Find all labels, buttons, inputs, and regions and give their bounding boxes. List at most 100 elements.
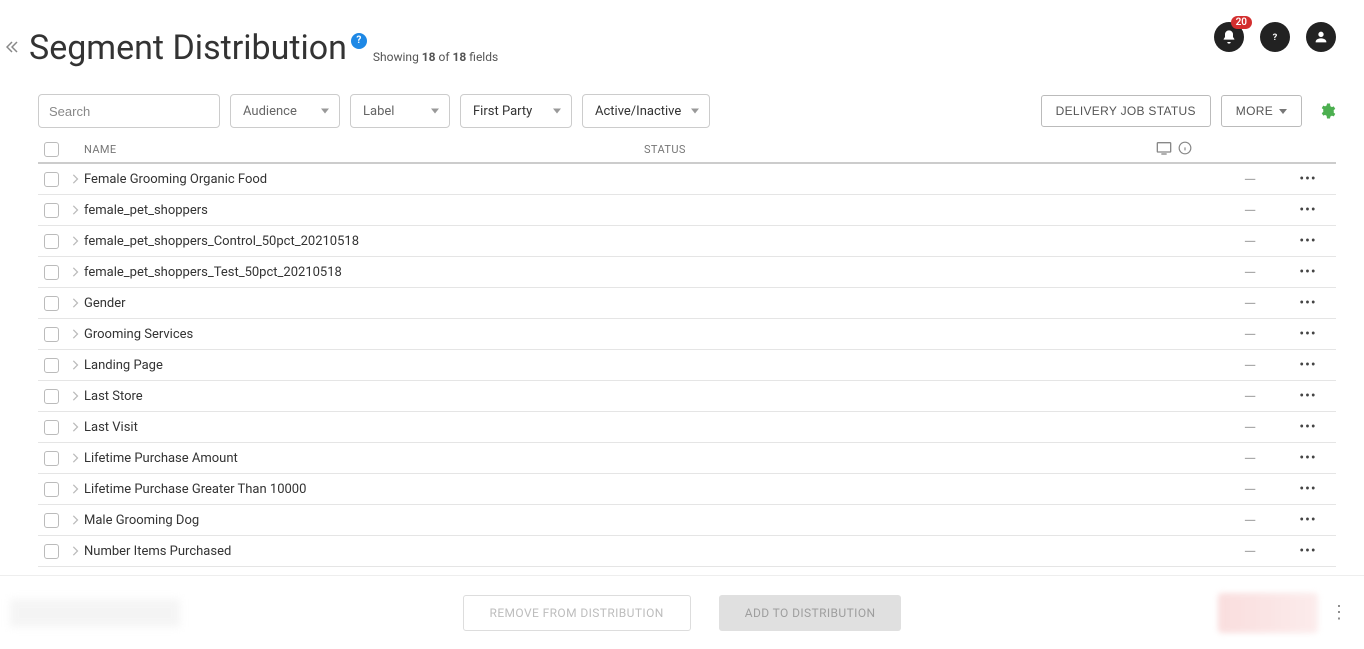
row-actions-icon[interactable]: ••• [1280,264,1336,280]
row-checkbox[interactable] [44,203,59,218]
svg-text:?: ? [1273,32,1278,43]
table-row[interactable]: Male Grooming Dog —••• [38,505,1336,536]
table-row[interactable]: female_pet_shoppers_Test_50pct_20210518 —… [38,257,1336,288]
segment-name: Lifetime Purchase Amount [84,451,652,466]
status-cell: — [1220,356,1280,375]
status-cell: — [1220,201,1280,220]
segment-name: Male Grooming Dog [84,513,652,528]
row-checkbox[interactable] [44,296,59,311]
table-row[interactable]: Lifetime Purchase Greater Than 10000—••• [38,474,1336,505]
title-help-badge[interactable]: ? [351,33,367,49]
expand-row-icon[interactable] [66,546,84,556]
row-checkbox[interactable] [44,451,59,466]
info-column-icon[interactable] [1178,141,1192,158]
expand-row-icon[interactable] [66,174,84,184]
table-header: NAME STATUS [38,136,1336,164]
status-cell: — [1220,170,1280,189]
party-filter[interactable]: First Party [460,94,572,128]
active-filter[interactable]: Active/Inactive [582,94,710,128]
expand-row-icon[interactable] [66,329,84,339]
row-actions-icon[interactable]: ••• [1280,233,1336,249]
row-actions-icon[interactable]: ••• [1280,202,1336,218]
table-row[interactable]: Female Grooming Organic Food —••• [38,164,1336,195]
row-actions-icon[interactable]: ••• [1280,543,1336,559]
table-row[interactable]: Gender —••• [38,288,1336,319]
bottom-action-bar: REMOVE FROM DISTRIBUTION ADD TO DISTRIBU… [0,575,1364,649]
select-all-checkbox[interactable] [44,142,59,157]
row-actions-icon[interactable]: ••• [1280,450,1336,466]
table-row[interactable]: Last Store—••• [38,381,1336,412]
notifications-icon[interactable]: 20 [1214,22,1244,52]
row-checkbox[interactable] [44,265,59,280]
help-icon[interactable]: ? [1260,22,1290,52]
segment-name: Female Grooming Organic Food [84,172,652,187]
showing-fields-text: Showing 18 of 18 fields [373,50,498,64]
status-cell: — [1220,418,1280,437]
expand-row-icon[interactable] [66,515,84,525]
row-checkbox[interactable] [44,513,59,528]
table-row[interactable]: Lifetime Purchase Amount —••• [38,443,1336,474]
expand-row-icon[interactable] [66,298,84,308]
remove-from-distribution-button[interactable]: REMOVE FROM DISTRIBUTION [463,595,691,631]
expand-row-icon[interactable] [66,453,84,463]
row-checkbox[interactable] [44,389,59,404]
column-status-header[interactable]: STATUS [644,143,724,156]
expand-row-icon[interactable] [66,267,84,277]
segment-name: female_pet_shoppers_Test_50pct_20210518 [84,265,652,280]
segment-name: Landing Page [84,358,652,373]
segment-name: Last Visit [84,420,652,435]
table-row[interactable]: Grooming Services—••• [38,319,1336,350]
status-cell: — [1220,511,1280,530]
row-actions-icon[interactable]: ••• [1280,388,1336,404]
notification-count-badge: 20 [1231,16,1252,29]
segment-name: Last Store [84,389,652,404]
status-cell: — [1220,480,1280,499]
profile-icon[interactable] [1306,22,1336,52]
row-actions-icon[interactable]: ••• [1280,357,1336,373]
expand-row-icon[interactable] [66,360,84,370]
label-filter[interactable]: Label [350,94,450,128]
status-cell: — [1220,542,1280,561]
status-cell: — [1220,263,1280,282]
table-row[interactable]: female_pet_shoppers —••• [38,195,1336,226]
row-checkbox[interactable] [44,327,59,342]
row-actions-icon[interactable]: ••• [1280,171,1336,187]
more-button[interactable]: MORE [1221,95,1302,127]
segment-name: female_pet_shoppers [84,203,652,218]
row-checkbox[interactable] [44,234,59,249]
column-name-header[interactable]: NAME [84,143,644,156]
row-actions-icon[interactable]: ••• [1280,419,1336,435]
table-row[interactable]: Last Visit —••• [38,412,1336,443]
page-title: Segment Distribution [29,28,347,68]
row-checkbox[interactable] [44,482,59,497]
status-cell: — [1220,232,1280,251]
table-row[interactable]: Landing Page —••• [38,350,1336,381]
row-actions-icon[interactable]: ••• [1280,326,1336,342]
status-cell: — [1220,294,1280,313]
audience-filter[interactable]: Audience [230,94,340,128]
table-row[interactable]: female_pet_shoppers_Control_50pct_202105… [38,226,1336,257]
expand-row-icon[interactable] [66,236,84,246]
expand-row-icon[interactable] [66,484,84,494]
status-cell: — [1220,449,1280,468]
expand-row-icon[interactable] [66,422,84,432]
footer-overflow-icon[interactable]: ⋮ [1330,602,1348,623]
row-actions-icon[interactable]: ••• [1280,295,1336,311]
add-to-distribution-button[interactable]: ADD TO DISTRIBUTION [719,595,902,631]
collapse-panel-icon[interactable] [6,41,19,53]
row-checkbox[interactable] [44,358,59,373]
row-actions-icon[interactable]: ••• [1280,481,1336,497]
row-checkbox[interactable] [44,544,59,559]
expand-row-icon[interactable] [66,391,84,401]
partner-logo [1218,593,1318,633]
display-column-icon[interactable] [1156,141,1172,158]
delivery-job-status-button[interactable]: DELIVERY JOB STATUS [1041,95,1211,127]
table-row[interactable]: Number Items Purchased—••• [38,536,1336,567]
row-actions-icon[interactable]: ••• [1280,512,1336,528]
expand-row-icon[interactable] [66,205,84,215]
row-checkbox[interactable] [44,172,59,187]
row-checkbox[interactable] [44,420,59,435]
search-input[interactable] [38,94,220,128]
settings-gear-icon[interactable] [1318,102,1336,120]
segment-name: Gender [84,296,652,311]
